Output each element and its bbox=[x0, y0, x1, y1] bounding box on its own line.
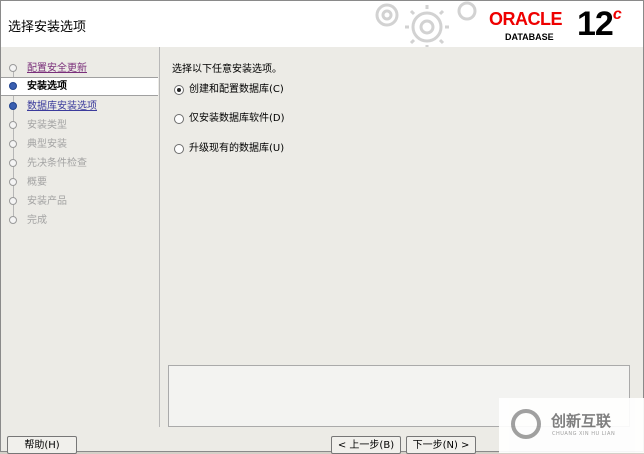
database-label: DATABASE bbox=[505, 32, 554, 42]
step-install-option[interactable]: 安装选项 bbox=[1, 77, 158, 96]
step-label: 安装类型 bbox=[27, 120, 67, 131]
main-panel: 选择以下任意安装选项。 创建和配置数据库(C) 仅安装数据库软件(D) 升级现有… bbox=[160, 47, 643, 427]
watermark-subtext: CHUANG XIN HU LIAN bbox=[552, 431, 616, 437]
help-button[interactable]: 帮助(H) bbox=[7, 436, 77, 454]
step-dot-icon bbox=[9, 159, 17, 167]
step-label: 完成 bbox=[27, 215, 47, 226]
instruction-text: 选择以下任意安装选项。 bbox=[172, 64, 282, 75]
step-dot-icon bbox=[9, 102, 17, 110]
steps-sidebar: 配置安全更新 安装选项 数据库安装选项 安装类型 典型安装 先决条件检查 概要 bbox=[1, 47, 160, 427]
step-dot-icon bbox=[9, 216, 17, 224]
page-title: 选择安装选项 bbox=[8, 20, 87, 35]
version-sup: c bbox=[612, 5, 622, 23]
watermark: 创新互联 CHUANG XIN HU LIAN bbox=[499, 398, 644, 453]
option-label: 仅安装数据库软件(D) bbox=[189, 113, 285, 124]
step-label: 数据库安装选项 bbox=[27, 101, 97, 112]
back-button[interactable]: < 上一步(B) bbox=[331, 436, 401, 454]
option-label: 升级现有的数据库(U) bbox=[189, 143, 285, 154]
installer-window: 选择安装选项 ORACLE DATABASE 12c 配置安全更新 安装选项 数… bbox=[0, 0, 644, 454]
step-typical-install: 典型安装 bbox=[1, 136, 158, 153]
step-install-type: 安装类型 bbox=[1, 117, 158, 134]
option-label: 创建和配置数据库(C) bbox=[189, 84, 284, 95]
step-dot-icon bbox=[9, 197, 17, 205]
radio-icon[interactable] bbox=[174, 144, 184, 154]
watermark-logo-icon bbox=[511, 409, 541, 439]
header: 选择安装选项 ORACLE DATABASE 12c bbox=[1, 1, 643, 48]
step-finish: 完成 bbox=[1, 212, 158, 229]
step-summary: 概要 bbox=[1, 174, 158, 191]
oracle-wordmark: ORACLE bbox=[489, 9, 563, 29]
step-current-icon bbox=[9, 82, 17, 90]
step-dot-icon bbox=[9, 64, 17, 72]
oracle-logo: ORACLE DATABASE 12c bbox=[489, 5, 629, 45]
radio-icon[interactable] bbox=[174, 114, 184, 124]
step-db-install-option[interactable]: 数据库安装选项 bbox=[1, 98, 158, 115]
step-label: 安装产品 bbox=[27, 196, 67, 207]
step-label: 配置安全更新 bbox=[27, 63, 87, 74]
step-label: 概要 bbox=[27, 177, 47, 188]
step-label: 典型安装 bbox=[27, 139, 67, 150]
gears-graphic-icon bbox=[375, 1, 477, 47]
step-prereq-checks: 先决条件检查 bbox=[1, 155, 158, 172]
step-label: 先决条件检查 bbox=[27, 158, 87, 169]
radio-selected-icon[interactable] bbox=[174, 85, 184, 95]
next-button[interactable]: 下一步(N) > bbox=[406, 436, 476, 454]
step-dot-icon bbox=[9, 121, 17, 129]
step-install-product: 安装产品 bbox=[1, 193, 158, 210]
version-label: 12c bbox=[577, 5, 622, 43]
step-security-updates[interactable]: 配置安全更新 bbox=[1, 60, 158, 77]
step-dot-icon bbox=[9, 140, 17, 148]
watermark-text: 创新互联 bbox=[551, 412, 612, 430]
step-dot-icon bbox=[9, 178, 17, 186]
step-label: 安装选项 bbox=[27, 81, 67, 92]
